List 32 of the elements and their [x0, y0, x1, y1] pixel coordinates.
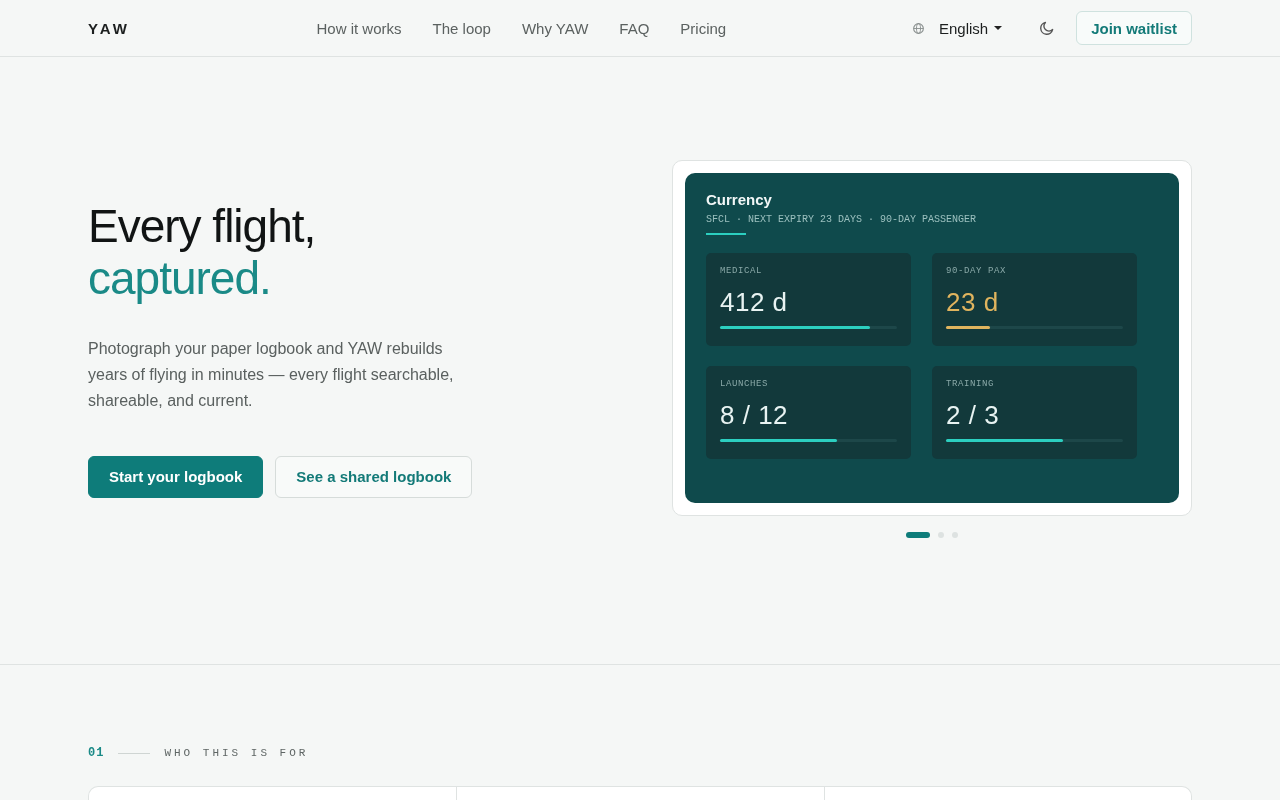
- headline-accent: captured.: [88, 251, 271, 304]
- carousel-dot[interactable]: [938, 531, 944, 538]
- nav-link[interactable]: FAQ: [619, 19, 650, 37]
- label-rule: [118, 752, 151, 754]
- language-select[interactable]: English: [912, 19, 1003, 37]
- join-waitlist-button[interactable]: Join waitlist: [1076, 11, 1192, 45]
- caret-icon: [994, 26, 1003, 30]
- metric-value: 23 d: [946, 286, 1000, 317]
- accent-line: [706, 232, 746, 235]
- nav-link[interactable]: Why YAW: [521, 19, 589, 37]
- moon-icon: [1040, 21, 1055, 35]
- metric-label: 90-DAY PAX: [946, 264, 1007, 277]
- globe-icon: [912, 22, 924, 34]
- logo[interactable]: YAW: [88, 19, 130, 37]
- carousel-dot[interactable]: [952, 531, 958, 538]
- metric-value: 8 / 12: [720, 399, 790, 430]
- nav-link[interactable]: How it works: [316, 19, 402, 37]
- metric-label: MEDICAL: [720, 264, 763, 277]
- headline: Every flight,: [88, 199, 316, 252]
- metric-label: LAUNCHES: [720, 377, 769, 390]
- nav-link[interactable]: Pricing: [680, 19, 727, 37]
- section-number: 01: [88, 746, 105, 760]
- metric-label: TRAINING: [946, 377, 995, 390]
- panel-title: Currency: [706, 190, 773, 209]
- metric-value: 2 / 3: [946, 399, 1001, 430]
- primary-button[interactable]: Start your logbook: [88, 455, 264, 498]
- hero-description: Photograph your paper logbook and YAW rebuilds years of flying in minutes — every flight searchable, shareable, and current.: [88, 338, 455, 411]
- panel-subtitle: SFCL · NEXT EXPIRY 23 DAYS · 90-DAY PASSENGER: [706, 212, 978, 227]
- nav-link[interactable]: The loop: [432, 19, 491, 37]
- section-title: WHO THIS IS FOR: [164, 747, 309, 759]
- secondary-button[interactable]: See a shared logbook: [275, 455, 473, 498]
- metric-value: 412 d: [720, 286, 789, 317]
